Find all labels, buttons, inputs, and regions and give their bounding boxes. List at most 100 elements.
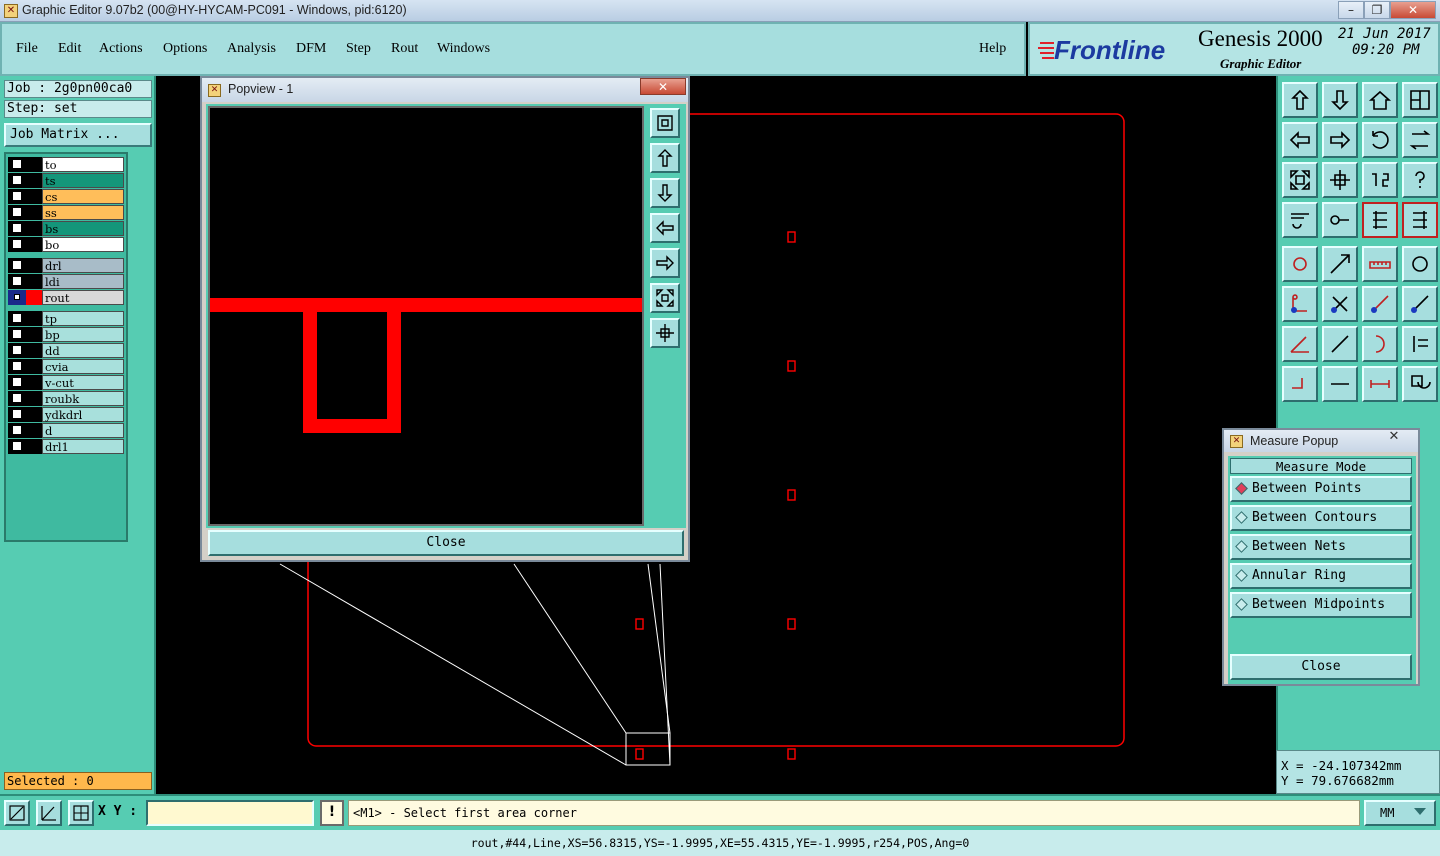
layer-color-swatch[interactable] — [26, 290, 42, 305]
layer-name[interactable]: roubk — [42, 391, 124, 406]
scale-button[interactable] — [1362, 162, 1398, 198]
layer-checkbox[interactable] — [12, 313, 22, 323]
layer-color-swatch[interactable] — [26, 343, 42, 358]
layer-color-swatch[interactable] — [26, 237, 42, 252]
layer-checkbox[interactable] — [12, 345, 22, 355]
layer-color-swatch[interactable] — [26, 375, 42, 390]
layer-checkbox[interactable] — [12, 207, 22, 217]
option-between-midpoints[interactable]: Between Midpoints — [1230, 592, 1412, 618]
line-point-button[interactable] — [1402, 286, 1438, 322]
pad-button[interactable] — [1282, 246, 1318, 282]
layer-color-swatch[interactable] — [26, 359, 42, 374]
layer-row-bp[interactable]: bp — [8, 327, 126, 342]
zoom-fit-button[interactable] — [1282, 162, 1318, 198]
minimize-button[interactable]: – — [1338, 1, 1364, 19]
layer-name[interactable]: bo — [42, 237, 124, 252]
point-to-point-button[interactable] — [1362, 286, 1398, 322]
layer-name[interactable]: to — [42, 157, 124, 172]
arc-button[interactable] — [1362, 326, 1398, 362]
layer-row-ts[interactable]: ts — [8, 173, 126, 188]
layer-color-swatch[interactable] — [26, 173, 42, 188]
layer-color-swatch[interactable] — [26, 407, 42, 422]
layer-checkbox[interactable] — [12, 377, 22, 387]
home-button[interactable] — [1362, 82, 1398, 118]
circle-pad-button[interactable] — [1402, 246, 1438, 282]
rotate-button[interactable] — [1362, 122, 1398, 158]
layer-checkbox[interactable] — [12, 441, 22, 451]
key-button[interactable] — [1322, 202, 1358, 238]
net-highlight-button[interactable] — [1402, 202, 1438, 238]
layer-color-swatch[interactable] — [26, 274, 42, 289]
zoom-area-button[interactable] — [4, 800, 30, 826]
layer-row-ydkdrl[interactable]: ydkdrl — [8, 407, 126, 422]
job-matrix-button[interactable]: Job Matrix ... — [4, 123, 152, 147]
menu-dfm[interactable]: DFM — [296, 41, 326, 57]
zoom-home-button[interactable] — [650, 108, 680, 138]
layer-name[interactable]: bp — [42, 327, 124, 342]
layer-color-swatch[interactable] — [26, 327, 42, 342]
option-annular-ring[interactable]: Annular Ring — [1230, 563, 1412, 589]
ruler-tool-button[interactable] — [1282, 202, 1318, 238]
align-button[interactable] — [1402, 326, 1438, 362]
layer-name[interactable]: ydkdrl — [42, 407, 124, 422]
window-close-button[interactable]: ✕ — [1390, 1, 1436, 19]
layer-row-v-cut[interactable]: v-cut — [8, 375, 126, 390]
menu-step[interactable]: Step — [346, 41, 371, 57]
layer-row-d[interactable]: d — [8, 423, 126, 438]
zoom-center-button[interactable] — [1322, 162, 1358, 198]
xy-input[interactable] — [146, 800, 314, 826]
shape-select-button[interactable] — [1402, 366, 1438, 402]
layer-name[interactable]: ss — [42, 205, 124, 220]
popview-viewport[interactable] — [208, 106, 644, 526]
layer-color-swatch[interactable] — [26, 205, 42, 220]
popview-close-icon[interactable]: ✕ — [640, 78, 686, 95]
layer-row-dd[interactable]: dd — [8, 343, 126, 358]
grid-snap-button[interactable] — [68, 800, 94, 826]
layer-row-ldi[interactable]: ldi — [8, 274, 126, 289]
center-point-button[interactable] — [1282, 366, 1318, 402]
layer-checkbox[interactable] — [12, 175, 22, 185]
layer-name[interactable]: v-cut — [42, 375, 124, 390]
layer-row-ss[interactable]: ss — [8, 205, 126, 220]
layer-row-tp[interactable]: tp — [8, 311, 126, 326]
layer-name[interactable]: bs — [42, 221, 124, 236]
zoom-in-button[interactable] — [650, 283, 680, 313]
layer-checkbox[interactable] — [12, 159, 22, 169]
net-select-button[interactable] — [1362, 202, 1398, 238]
measure-close-button[interactable]: Close — [1230, 654, 1412, 680]
mirror-button[interactable] — [1402, 122, 1438, 158]
cross-button[interactable] — [1322, 286, 1358, 322]
menu-edit[interactable]: Edit — [58, 41, 81, 57]
layer-checkbox[interactable] — [12, 260, 22, 270]
layer-checkbox[interactable] — [12, 276, 22, 286]
points-connect-button[interactable] — [1282, 286, 1318, 322]
layer-row-bo[interactable]: bo — [8, 237, 126, 252]
pan-up-button[interactable] — [1282, 82, 1318, 118]
layer-name[interactable]: cs — [42, 189, 124, 204]
layer-name[interactable]: cvia — [42, 359, 124, 374]
diagonal-button[interactable] — [1322, 326, 1358, 362]
layer-row-cs[interactable]: cs — [8, 189, 126, 204]
option-between-contours[interactable]: Between Contours — [1230, 505, 1412, 531]
layer-checkbox[interactable] — [12, 329, 22, 339]
midline-button[interactable] — [1322, 366, 1358, 402]
menu-file[interactable]: File — [16, 41, 38, 57]
pan-right-button[interactable] — [650, 248, 680, 278]
layer-checkbox[interactable] — [12, 393, 22, 403]
layer-color-swatch[interactable] — [26, 189, 42, 204]
layer-checkbox[interactable] — [14, 294, 20, 300]
pan-left-button[interactable] — [650, 213, 680, 243]
layer-checkbox[interactable] — [12, 361, 22, 371]
layer-name[interactable]: ts — [42, 173, 124, 188]
layer-name[interactable]: ldi — [42, 274, 124, 289]
menu-windows[interactable]: Windows — [437, 41, 490, 57]
zoom-out-button[interactable] — [650, 318, 680, 348]
pan-down-button[interactable] — [1322, 82, 1358, 118]
measure-titlebar[interactable]: ✕ Measure Popup ✕ — [1224, 430, 1418, 452]
layer-color-swatch[interactable] — [26, 423, 42, 438]
layer-name[interactable]: dd — [42, 343, 124, 358]
layer-row-cvia[interactable]: cvia — [8, 359, 126, 374]
layer-checkbox[interactable] — [12, 409, 22, 419]
pan-right-button[interactable] — [1322, 122, 1358, 158]
layer-color-swatch[interactable] — [26, 391, 42, 406]
